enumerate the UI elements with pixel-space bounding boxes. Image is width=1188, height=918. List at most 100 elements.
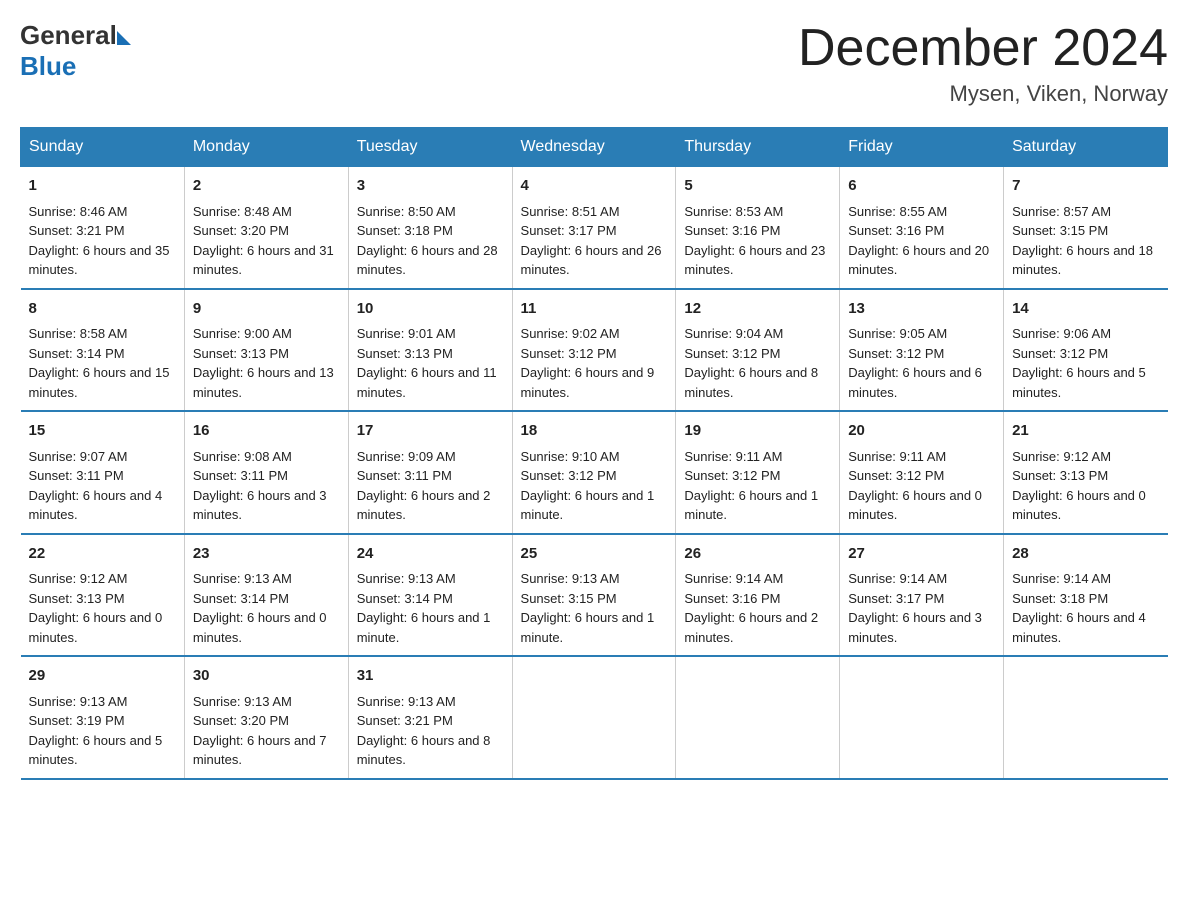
- calendar-cell: 6 Sunrise: 8:55 AMSunset: 3:16 PMDayligh…: [840, 167, 1004, 289]
- logo-general-text: General: [20, 20, 117, 51]
- day-info: Sunrise: 8:51 AMSunset: 3:17 PMDaylight:…: [521, 204, 662, 278]
- day-number: 29: [29, 665, 176, 688]
- day-number: 26: [684, 543, 831, 566]
- day-number: 22: [29, 543, 176, 566]
- calendar-week-4: 22 Sunrise: 9:12 AMSunset: 3:13 PMDaylig…: [21, 534, 1168, 657]
- day-info: Sunrise: 9:14 AMSunset: 3:17 PMDaylight:…: [848, 571, 982, 645]
- calendar-cell: 3 Sunrise: 8:50 AMSunset: 3:18 PMDayligh…: [348, 167, 512, 289]
- day-info: Sunrise: 8:46 AMSunset: 3:21 PMDaylight:…: [29, 204, 170, 278]
- page-header: General Blue December 2024 Mysen, Viken,…: [20, 20, 1168, 107]
- calendar-table: SundayMondayTuesdayWednesdayThursdayFrid…: [20, 127, 1168, 780]
- column-header-thursday: Thursday: [676, 128, 840, 167]
- column-header-tuesday: Tuesday: [348, 128, 512, 167]
- day-info: Sunrise: 9:11 AMSunset: 3:12 PMDaylight:…: [848, 449, 982, 523]
- calendar-cell: 15 Sunrise: 9:07 AMSunset: 3:11 PMDaylig…: [21, 411, 185, 534]
- calendar-cell: 11 Sunrise: 9:02 AMSunset: 3:12 PMDaylig…: [512, 289, 676, 412]
- calendar-cell: 24 Sunrise: 9:13 AMSunset: 3:14 PMDaylig…: [348, 534, 512, 657]
- calendar-cell: 29 Sunrise: 9:13 AMSunset: 3:19 PMDaylig…: [21, 656, 185, 779]
- day-info: Sunrise: 9:14 AMSunset: 3:18 PMDaylight:…: [1012, 571, 1146, 645]
- day-info: Sunrise: 9:00 AMSunset: 3:13 PMDaylight:…: [193, 326, 334, 400]
- column-header-friday: Friday: [840, 128, 1004, 167]
- calendar-cell: 2 Sunrise: 8:48 AMSunset: 3:20 PMDayligh…: [184, 167, 348, 289]
- day-info: Sunrise: 9:08 AMSunset: 3:11 PMDaylight:…: [193, 449, 327, 523]
- day-number: 19: [684, 420, 831, 443]
- day-info: Sunrise: 9:04 AMSunset: 3:12 PMDaylight:…: [684, 326, 818, 400]
- day-info: Sunrise: 9:13 AMSunset: 3:21 PMDaylight:…: [357, 694, 491, 768]
- calendar-cell: 21 Sunrise: 9:12 AMSunset: 3:13 PMDaylig…: [1004, 411, 1168, 534]
- title-block: December 2024 Mysen, Viken, Norway: [798, 20, 1168, 107]
- calendar-cell: 31 Sunrise: 9:13 AMSunset: 3:21 PMDaylig…: [348, 656, 512, 779]
- column-header-saturday: Saturday: [1004, 128, 1168, 167]
- calendar-cell: 22 Sunrise: 9:12 AMSunset: 3:13 PMDaylig…: [21, 534, 185, 657]
- day-info: Sunrise: 9:07 AMSunset: 3:11 PMDaylight:…: [29, 449, 163, 523]
- day-info: Sunrise: 9:02 AMSunset: 3:12 PMDaylight:…: [521, 326, 655, 400]
- calendar-cell: 12 Sunrise: 9:04 AMSunset: 3:12 PMDaylig…: [676, 289, 840, 412]
- calendar-cell: 10 Sunrise: 9:01 AMSunset: 3:13 PMDaylig…: [348, 289, 512, 412]
- calendar-week-3: 15 Sunrise: 9:07 AMSunset: 3:11 PMDaylig…: [21, 411, 1168, 534]
- calendar-week-5: 29 Sunrise: 9:13 AMSunset: 3:19 PMDaylig…: [21, 656, 1168, 779]
- calendar-cell: 1 Sunrise: 8:46 AMSunset: 3:21 PMDayligh…: [21, 167, 185, 289]
- day-info: Sunrise: 8:55 AMSunset: 3:16 PMDaylight:…: [848, 204, 989, 278]
- day-number: 16: [193, 420, 340, 443]
- day-info: Sunrise: 9:06 AMSunset: 3:12 PMDaylight:…: [1012, 326, 1146, 400]
- day-number: 12: [684, 298, 831, 321]
- calendar-cell: 16 Sunrise: 9:08 AMSunset: 3:11 PMDaylig…: [184, 411, 348, 534]
- day-number: 30: [193, 665, 340, 688]
- day-number: 4: [521, 175, 668, 198]
- calendar-cell: 14 Sunrise: 9:06 AMSunset: 3:12 PMDaylig…: [1004, 289, 1168, 412]
- day-info: Sunrise: 9:11 AMSunset: 3:12 PMDaylight:…: [684, 449, 818, 523]
- day-number: 3: [357, 175, 504, 198]
- day-number: 23: [193, 543, 340, 566]
- day-number: 9: [193, 298, 340, 321]
- calendar-cell: 19 Sunrise: 9:11 AMSunset: 3:12 PMDaylig…: [676, 411, 840, 534]
- day-number: 1: [29, 175, 176, 198]
- calendar-cell: 5 Sunrise: 8:53 AMSunset: 3:16 PMDayligh…: [676, 167, 840, 289]
- day-number: 5: [684, 175, 831, 198]
- column-header-monday: Monday: [184, 128, 348, 167]
- day-number: 20: [848, 420, 995, 443]
- day-info: Sunrise: 8:48 AMSunset: 3:20 PMDaylight:…: [193, 204, 334, 278]
- calendar-cell: [676, 656, 840, 779]
- calendar-cell: [1004, 656, 1168, 779]
- calendar-cell: 4 Sunrise: 8:51 AMSunset: 3:17 PMDayligh…: [512, 167, 676, 289]
- day-number: 28: [1012, 543, 1159, 566]
- day-info: Sunrise: 9:13 AMSunset: 3:15 PMDaylight:…: [521, 571, 655, 645]
- day-number: 8: [29, 298, 176, 321]
- day-number: 31: [357, 665, 504, 688]
- calendar-cell: 17 Sunrise: 9:09 AMSunset: 3:11 PMDaylig…: [348, 411, 512, 534]
- logo-blue-text: Blue: [20, 51, 131, 82]
- day-number: 11: [521, 298, 668, 321]
- calendar-header-row: SundayMondayTuesdayWednesdayThursdayFrid…: [21, 128, 1168, 167]
- day-info: Sunrise: 9:13 AMSunset: 3:20 PMDaylight:…: [193, 694, 327, 768]
- day-number: 24: [357, 543, 504, 566]
- calendar-week-2: 8 Sunrise: 8:58 AMSunset: 3:14 PMDayligh…: [21, 289, 1168, 412]
- day-number: 18: [521, 420, 668, 443]
- column-header-sunday: Sunday: [21, 128, 185, 167]
- day-number: 15: [29, 420, 176, 443]
- calendar-cell: [512, 656, 676, 779]
- calendar-cell: 30 Sunrise: 9:13 AMSunset: 3:20 PMDaylig…: [184, 656, 348, 779]
- calendar-cell: 8 Sunrise: 8:58 AMSunset: 3:14 PMDayligh…: [21, 289, 185, 412]
- day-info: Sunrise: 9:13 AMSunset: 3:19 PMDaylight:…: [29, 694, 163, 768]
- calendar-cell: 13 Sunrise: 9:05 AMSunset: 3:12 PMDaylig…: [840, 289, 1004, 412]
- day-info: Sunrise: 9:13 AMSunset: 3:14 PMDaylight:…: [357, 571, 491, 645]
- calendar-cell: 20 Sunrise: 9:11 AMSunset: 3:12 PMDaylig…: [840, 411, 1004, 534]
- column-header-wednesday: Wednesday: [512, 128, 676, 167]
- day-info: Sunrise: 8:57 AMSunset: 3:15 PMDaylight:…: [1012, 204, 1153, 278]
- calendar-cell: 7 Sunrise: 8:57 AMSunset: 3:15 PMDayligh…: [1004, 167, 1168, 289]
- logo-triangle-icon: [117, 31, 131, 45]
- day-number: 21: [1012, 420, 1159, 443]
- calendar-week-1: 1 Sunrise: 8:46 AMSunset: 3:21 PMDayligh…: [21, 167, 1168, 289]
- day-number: 25: [521, 543, 668, 566]
- day-info: Sunrise: 9:01 AMSunset: 3:13 PMDaylight:…: [357, 326, 497, 400]
- logo: General Blue: [20, 20, 131, 82]
- day-info: Sunrise: 9:13 AMSunset: 3:14 PMDaylight:…: [193, 571, 327, 645]
- day-info: Sunrise: 8:53 AMSunset: 3:16 PMDaylight:…: [684, 204, 825, 278]
- day-number: 27: [848, 543, 995, 566]
- day-number: 10: [357, 298, 504, 321]
- calendar-cell: 23 Sunrise: 9:13 AMSunset: 3:14 PMDaylig…: [184, 534, 348, 657]
- day-info: Sunrise: 9:05 AMSunset: 3:12 PMDaylight:…: [848, 326, 982, 400]
- day-info: Sunrise: 8:50 AMSunset: 3:18 PMDaylight:…: [357, 204, 498, 278]
- calendar-cell: [840, 656, 1004, 779]
- calendar-cell: 9 Sunrise: 9:00 AMSunset: 3:13 PMDayligh…: [184, 289, 348, 412]
